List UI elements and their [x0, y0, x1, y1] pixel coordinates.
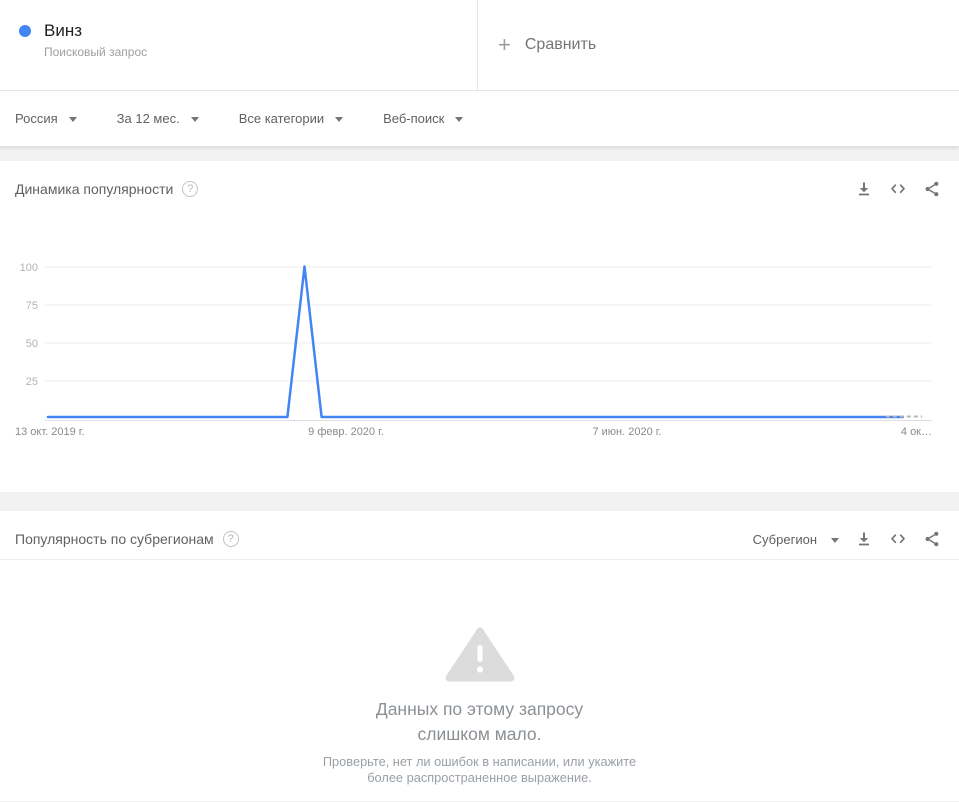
- help-icon[interactable]: ?: [182, 181, 199, 197]
- compare-label: Сравнить: [524, 36, 597, 53]
- filter-time-range[interactable]: За 12 мес.: [117, 111, 199, 126]
- term-texts: Винз Поисковый запрос: [44, 20, 147, 59]
- chevron-down-icon: [190, 117, 199, 122]
- filter-time-label: За 12 мес.: [116, 111, 180, 126]
- subregion-dropdown[interactable]: Субрегион: [753, 532, 839, 547]
- interest-over-time-title: Динамика популярности: [15, 181, 174, 197]
- search-term-card: Винз Поисковый запрос: [0, 0, 477, 90]
- subregion-dropdown-label: Субрегион: [752, 531, 817, 547]
- share-icon[interactable]: [923, 530, 941, 548]
- filter-bar: Россия За 12 мес. Все категории Веб-поис…: [0, 91, 959, 147]
- search-term-type: Поисковый запрос: [44, 45, 148, 59]
- google-trends-page: Винз Поисковый запрос + Сравнить Россия …: [0, 0, 959, 802]
- filter-geo[interactable]: Россия: [15, 111, 77, 126]
- download-icon[interactable]: [855, 530, 873, 548]
- chevron-down-icon: [68, 117, 77, 122]
- chevron-down-icon: [335, 117, 344, 122]
- empty-state: Данных по этому запросу слишком мало. Пр…: [0, 627, 959, 786]
- search-terms-header: Винз Поисковый запрос + Сравнить: [0, 0, 959, 91]
- interest-over-time-card: Динамика популярности ? 25 50 75 100 13 окт.…: [0, 161, 959, 492]
- help-icon[interactable]: ?: [222, 531, 239, 547]
- download-icon[interactable]: [855, 180, 873, 198]
- svg-text:75: 75: [26, 300, 38, 312]
- svg-text:4 ок…: 4 ок…: [901, 426, 932, 438]
- filter-search-type-label: Веб-поиск: [383, 111, 445, 126]
- svg-text:9 февр. 2020 г.: 9 февр. 2020 г.: [308, 426, 384, 438]
- svg-text:13 окт. 2019 г.: 13 окт. 2019 г.: [15, 426, 85, 438]
- search-term-title: Винз: [44, 21, 83, 40]
- plus-icon: +: [498, 32, 511, 57]
- svg-text:100: 100: [20, 262, 38, 274]
- chevron-down-icon: [455, 117, 464, 122]
- chevron-down-icon: [831, 537, 839, 543]
- empty-state-body: Проверьте, нет ли ошибок в написании, ил…: [322, 754, 637, 785]
- subregion-title: Популярность по субрегионам: [15, 531, 214, 547]
- filter-category[interactable]: Все категории: [238, 111, 344, 126]
- subregion-header: Популярность по субрегионам ? Субрегион: [0, 511, 959, 560]
- filter-geo-label: Россия: [15, 111, 58, 126]
- filter-category-label: Все категории: [238, 111, 325, 126]
- embed-icon[interactable]: [889, 180, 907, 198]
- series-color-dot: [19, 25, 31, 37]
- empty-state-heading: Данных по этому запросу слишком мало.: [375, 699, 584, 744]
- interest-by-subregion-card: Популярность по субрегионам ? Субрегион: [0, 511, 959, 801]
- svg-text:7 июн. 2020 г.: 7 июн. 2020 г.: [592, 426, 661, 438]
- warning-icon: [445, 627, 514, 682]
- embed-icon[interactable]: [889, 530, 907, 548]
- add-comparison-button[interactable]: + Сравнить: [477, 0, 959, 90]
- svg-text:50: 50: [26, 338, 38, 350]
- trend-chart[interactable]: 25 50 75 100 13 окт. 2019 г. 9 февр. 2020 г. 7…: [0, 221, 959, 451]
- svg-text:25: 25: [26, 376, 38, 388]
- interest-over-time-header: Динамика популярности ?: [0, 161, 959, 209]
- share-icon[interactable]: [923, 180, 941, 198]
- filter-search-type[interactable]: Веб-поиск: [383, 111, 464, 126]
